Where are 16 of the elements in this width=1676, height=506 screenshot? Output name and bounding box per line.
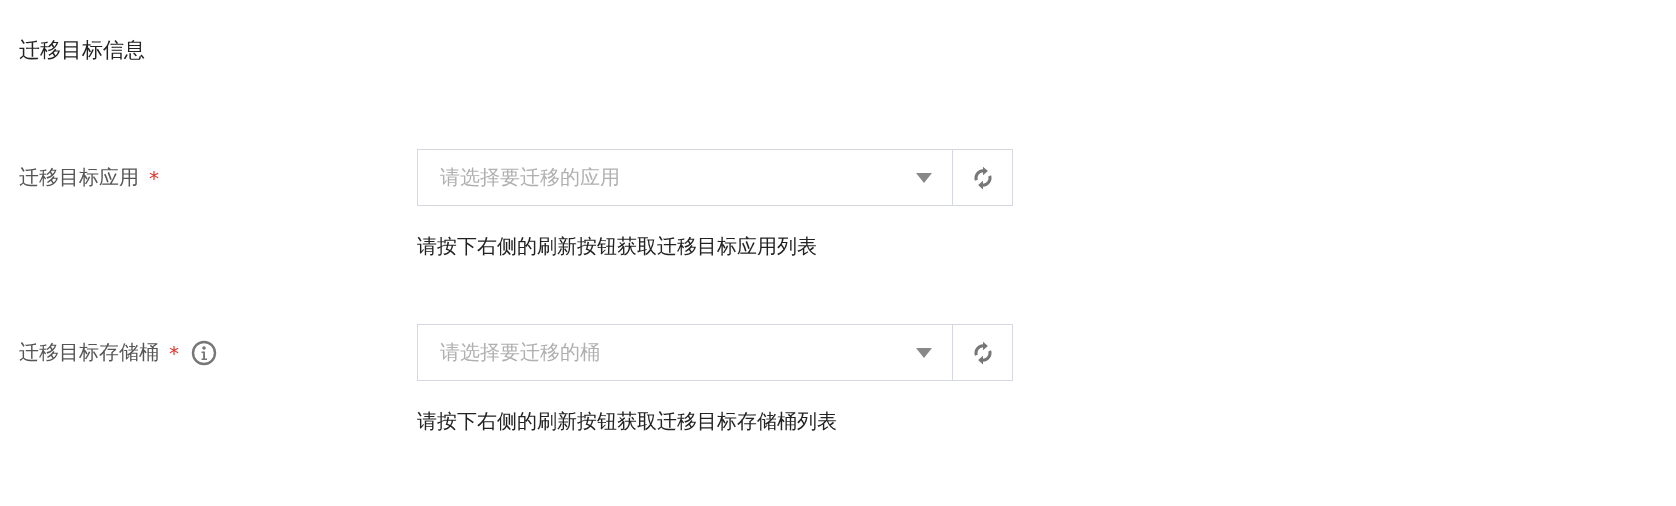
- caret-icon: [916, 347, 932, 358]
- hint-text: 请按下右侧的刷新按钮获取迁移目标应用列表: [417, 233, 818, 260]
- field-label: 迁移目标存储桶: [19, 339, 159, 366]
- required-mark: *: [149, 165, 159, 190]
- info-icon[interactable]: [191, 339, 217, 366]
- field-label: 迁移目标应用: [19, 164, 139, 191]
- hint-text: 请按下右侧的刷新按钮获取迁移目标存储桶列表: [417, 408, 838, 435]
- select-field[interactable]: 请选择要迁移的应用: [417, 149, 953, 206]
- select-placeholder: 请选择要迁移的桶: [440, 339, 600, 366]
- caret-icon: [916, 172, 932, 183]
- select-field[interactable]: 请选择要迁移的桶: [417, 324, 953, 381]
- required-mark: *: [169, 340, 179, 365]
- refresh-button[interactable]: [953, 149, 1013, 206]
- section-title: 迁移目标信息: [19, 37, 146, 64]
- refresh-button[interactable]: [953, 324, 1013, 381]
- select-placeholder: 请选择要迁移的应用: [440, 164, 620, 191]
